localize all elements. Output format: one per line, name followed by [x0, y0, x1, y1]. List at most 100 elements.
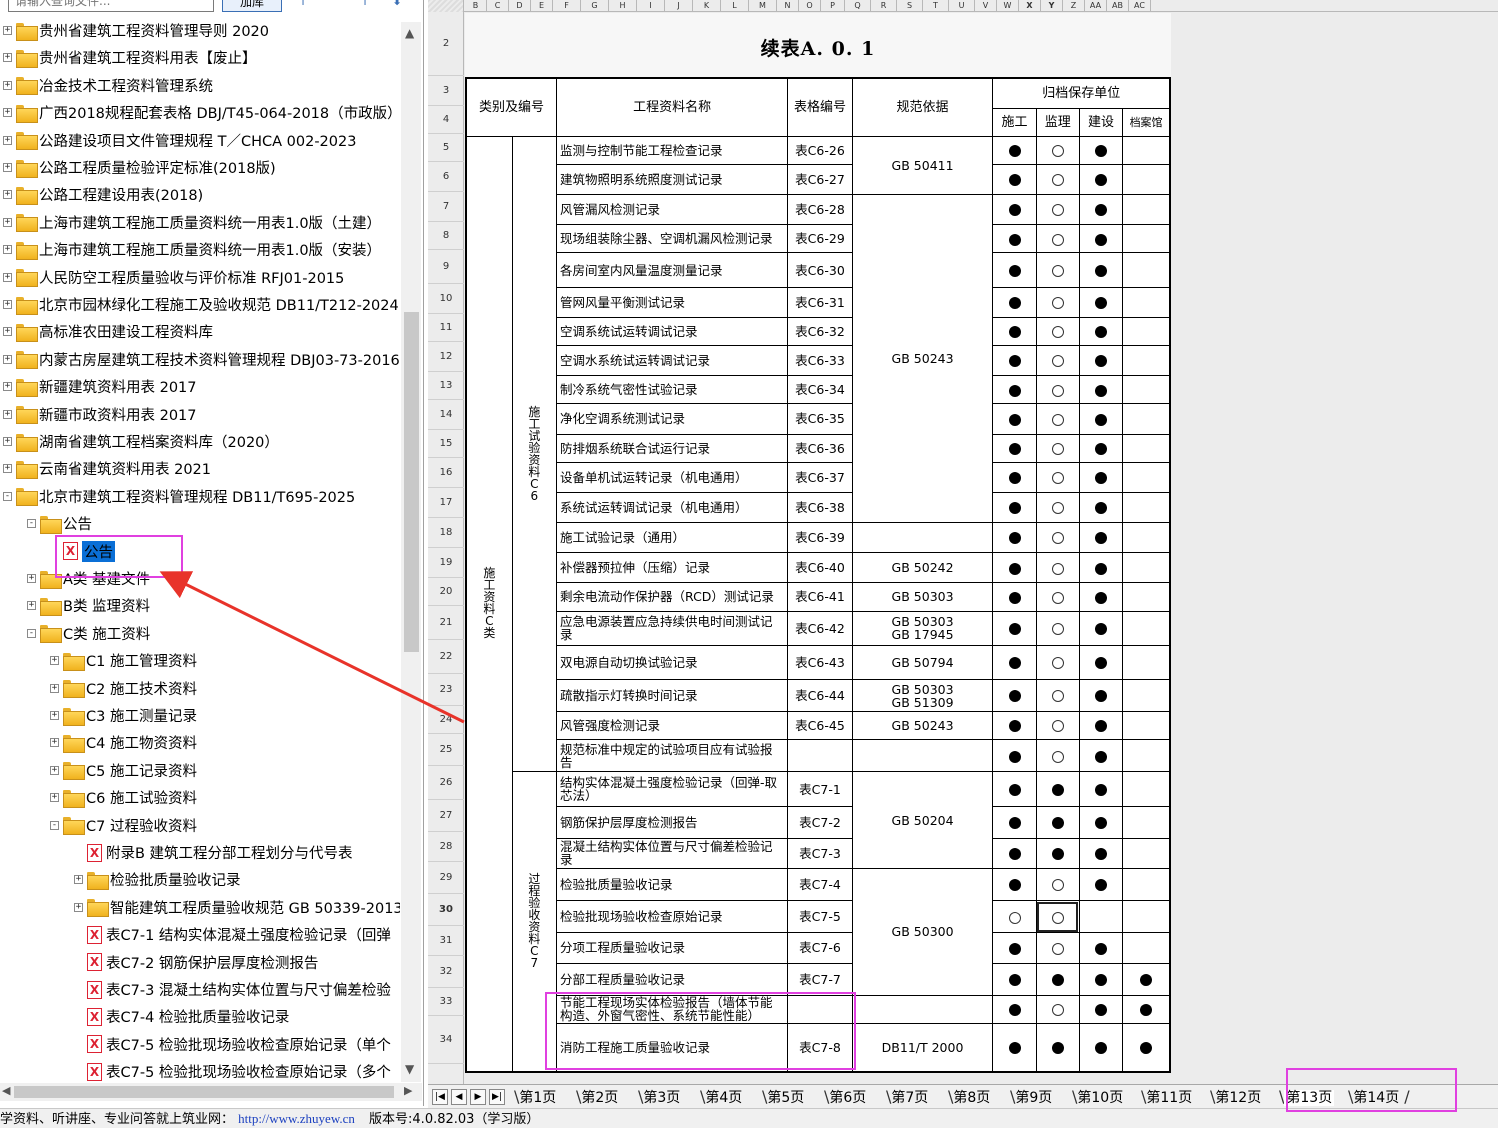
sheet-tab[interactable]: \第7页 — [886, 1086, 928, 1108]
tree-item[interactable]: + C1 施工管理资料 — [50, 647, 197, 674]
archive-mark-cell[interactable] — [1122, 375, 1171, 405]
tree-vertical-scrollbar[interactable]: ▲ ▼ — [401, 22, 421, 1082]
expand-icon[interactable]: + — [50, 738, 59, 748]
column-letter[interactable]: O — [799, 0, 821, 12]
record-name-cell[interactable]: 钢筋保护层厚度检测报告 — [555, 805, 789, 839]
archive-mark-cell[interactable] — [1122, 868, 1171, 902]
basis-cell[interactable]: GB 50303 GB 51309 — [851, 678, 994, 713]
collapse-icon[interactable]: - — [3, 491, 12, 501]
tree-item[interactable]: + 公路工程建设用表(2018) — [3, 181, 203, 208]
archive-mark-cell[interactable] — [1078, 403, 1124, 435]
tree-item[interactable]: + 贵州省建筑工程资料管理导则 2020 — [3, 17, 269, 44]
tree-item[interactable]: + C5 施工记录资料 — [50, 757, 197, 784]
table-row[interactable]: 风管漏风检测记录 表C6-28 GB 50243 — [466, 194, 1171, 524]
column-letter[interactable]: AA — [1085, 0, 1107, 12]
select-all-corner[interactable] — [428, 0, 464, 12]
record-name-cell[interactable]: 分部工程质量验收记录 — [555, 962, 789, 996]
archive-mark-cell[interactable] — [1122, 194, 1171, 226]
record-name-cell[interactable]: 监测与控制节能工程检查记录 — [555, 135, 789, 165]
form-number-cell[interactable]: 表C6-32 — [787, 316, 853, 347]
expand-icon[interactable]: + — [3, 80, 12, 90]
row-number[interactable]: 29 — [428, 862, 464, 894]
expand-icon[interactable]: + — [3, 163, 12, 172]
tree-item[interactable]: + 上海市建筑工程施工质量资料统一用表1.0版（安装） — [3, 236, 381, 263]
column-letter[interactable]: Y — [1041, 0, 1063, 12]
archive-mark-cell[interactable] — [992, 252, 1037, 288]
archive-mark-cell[interactable] — [1078, 868, 1124, 902]
archive-mark-cell[interactable] — [1035, 491, 1080, 524]
tree-item-label[interactable]: 附录B 建筑工程分部工程划分与代号表 — [106, 842, 353, 863]
table-row[interactable]: 空调水系统试运转调试记录 表C6-33 — [466, 345, 1171, 377]
last-sheet-button[interactable]: ▶| — [489, 1089, 505, 1105]
basis-cell[interactable]: GB 50303 — [851, 582, 994, 612]
expand-icon[interactable]: + — [3, 354, 12, 364]
record-name-cell[interactable]: 空调系统试运转调试记录 — [555, 316, 789, 347]
collapse-icon[interactable]: - — [27, 519, 36, 529]
archive-mark-cell[interactable] — [992, 135, 1037, 165]
expand-icon[interactable]: + — [50, 711, 59, 720]
column-letter[interactable]: F — [553, 0, 581, 12]
archive-mark-cell[interactable] — [1122, 135, 1171, 165]
table-row[interactable]: 各房间室内风量温度测量记录 表C6-30 — [466, 252, 1171, 288]
basis-cell[interactable] — [851, 994, 994, 1024]
archive-mark-cell[interactable] — [1122, 522, 1171, 554]
table-row[interactable]: 应急电源装置应急持续供电时间测试记录 表C6-42 GB 50303 GB 1794… — [466, 610, 1171, 646]
tree-item[interactable]: X 附录B 建筑工程分部工程划分与代号表 — [74, 839, 353, 866]
archive-mark-cell[interactable] — [1035, 135, 1080, 165]
record-name-cell[interactable]: 制冷系统气密性试验记录 — [555, 375, 789, 405]
header-form-number[interactable]: 表格编号 — [787, 77, 853, 137]
expand-icon[interactable]: + — [3, 437, 12, 446]
tree-item-label[interactable]: 表C7-5 检验批现场验收检查原始记录（单个 — [106, 1034, 391, 1055]
tree-item-label[interactable]: 上海市建筑工程施工质量资料统一用表1.0版（土建） — [39, 212, 381, 233]
tree-item[interactable]: - C7 过程验收资料 — [50, 812, 197, 839]
archive-mark-cell[interactable] — [992, 224, 1037, 254]
form-number-cell[interactable]: 表C7-7 — [787, 962, 853, 996]
tree-item[interactable]: X 表C7-5 检验批现场验收检查原始记录（多个 — [74, 1058, 391, 1082]
sheet-tab[interactable]: \第2页 — [576, 1086, 618, 1108]
tree-item-label[interactable]: B类 监理资料 — [63, 595, 150, 616]
column-letter[interactable]: I — [637, 0, 665, 12]
column-letter[interactable]: S — [897, 0, 923, 12]
archive-mark-cell[interactable] — [1035, 582, 1080, 612]
archive-mark-cell[interactable] — [1122, 403, 1171, 435]
tree-item-label[interactable]: C5 施工记录资料 — [86, 760, 197, 781]
table-row[interactable]: 设备单机试运转记录（机电通用） 表C6-37 — [466, 461, 1171, 493]
table-row[interactable]: 疏散指示灯转换时间记录 表C6-44 GB 50303 GB 51309 — [466, 678, 1171, 713]
next-sheet-button[interactable]: ▶ — [470, 1089, 486, 1105]
archive-mark-cell[interactable] — [992, 522, 1037, 554]
expand-icon[interactable]: + — [3, 217, 12, 227]
archive-mark-cell[interactable] — [1122, 163, 1171, 196]
record-name-cell[interactable]: 应急电源装置应急持续供电时间测试记录 — [555, 610, 789, 646]
form-number-cell[interactable]: 表C6-31 — [787, 286, 853, 318]
archive-mark-cell[interactable] — [1122, 739, 1171, 773]
sheet-grid[interactable]: 续表A. 0. 1 类别及编号 工程资料名称 表格编号 规范依据 归档保存单位 施工 监理建… — [465, 13, 1498, 1084]
tree-item[interactable]: X 表C7-5 检验批现场验收检查原始记录（单个 — [74, 1031, 391, 1058]
archive-mark-cell[interactable] — [1122, 345, 1171, 377]
sheet-tab[interactable]: \第6页 — [824, 1086, 866, 1108]
column-letter[interactable]: V — [975, 0, 997, 12]
table-row[interactable]: 检验批质量验收记录 表C7-4 GB 50300 — [466, 868, 1171, 996]
basis-cell[interactable]: GB 50411 — [851, 135, 994, 196]
sheet-tab[interactable]: \第3页 — [638, 1086, 680, 1108]
tree-item[interactable]: - C类 施工资料 — [27, 620, 150, 647]
tree-item[interactable]: + 北京市园林绿化工程施工及验收规范 DB11/T212-2024 — [3, 291, 399, 318]
sheet-tab-label[interactable]: 第1页 — [519, 1090, 556, 1106]
archive-mark-cell[interactable] — [1078, 461, 1124, 493]
record-name-cell[interactable]: 补偿器预拉伸（压缩）记录 — [555, 552, 789, 584]
tree-item[interactable]: + 智能建筑工程质量验收规范 GB 50339-2013 — [74, 894, 400, 921]
archive-mark-cell[interactable] — [1035, 403, 1080, 435]
table-row[interactable]: 空调系统试运转调试记录 表C6-32 — [466, 316, 1171, 347]
scroll-left-icon[interactable]: ◀ — [2, 1084, 10, 1097]
archive-mark-cell[interactable] — [992, 286, 1037, 318]
archive-mark-cell[interactable] — [1078, 316, 1124, 347]
scroll-down-icon[interactable]: ▼ — [405, 1062, 414, 1076]
tree-item-label[interactable]: 表C7-3 混凝土结构实体位置与尺寸偏差检验 — [106, 979, 391, 1000]
archive-mark-cell[interactable] — [1122, 552, 1171, 584]
tree-item[interactable]: + 高标准农田建设工程资料库 — [3, 318, 213, 345]
record-name-cell[interactable]: 管网风量平衡测试记录 — [555, 286, 789, 318]
archive-mark-cell[interactable] — [992, 1022, 1037, 1073]
archive-mark-cell[interactable] — [1078, 932, 1124, 964]
row-number[interactable]: 16 — [428, 458, 464, 488]
column-letter[interactable]: K — [693, 0, 721, 12]
record-name-cell[interactable]: 现场组装除尘器、空调机漏风检测记录 — [555, 224, 789, 254]
